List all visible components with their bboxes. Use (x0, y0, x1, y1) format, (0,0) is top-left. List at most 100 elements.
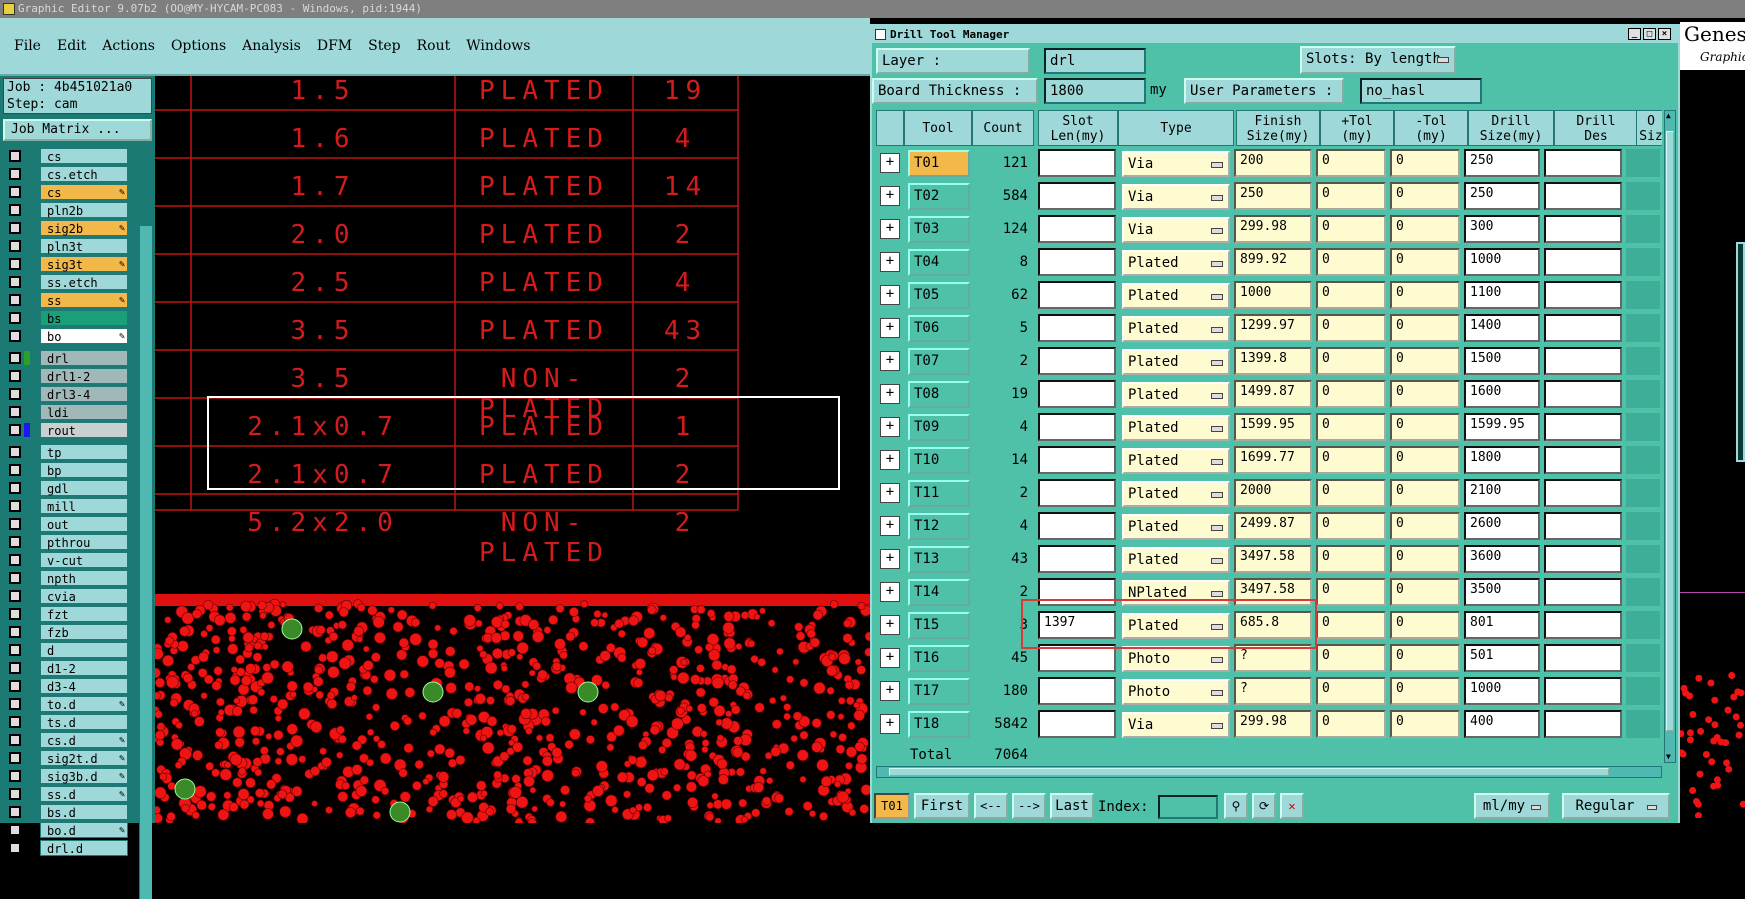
drill-size-field[interactable]: 1000 (1464, 248, 1540, 276)
expand-icon[interactable]: + (880, 252, 900, 272)
layer-name[interactable]: v-cut (40, 552, 128, 568)
plus-tol-field[interactable]: 0 (1316, 446, 1386, 474)
tool-button[interactable]: T03 (908, 216, 970, 243)
layer-name[interactable]: sig2b ✎ (40, 220, 128, 236)
slot-length-field[interactable] (1038, 479, 1116, 507)
layer-checkbox[interactable] (9, 644, 21, 656)
minus-tol-field[interactable]: 0 (1390, 380, 1460, 408)
tool-button[interactable]: T05 (908, 282, 970, 309)
layer-checkbox[interactable] (9, 770, 21, 782)
layer-name[interactable]: bp (40, 462, 128, 478)
layer-row[interactable]: cs ✎ (6, 184, 128, 200)
plus-tol-field[interactable]: 0 (1316, 314, 1386, 342)
type-selector[interactable]: Plated (1122, 349, 1230, 375)
expand-icon[interactable]: + (880, 582, 900, 602)
slot-length-field[interactable] (1038, 347, 1116, 375)
layer-row[interactable]: sig3b.d ✎ (6, 768, 128, 784)
finish-size-field[interactable]: 1599.95 (1234, 413, 1312, 441)
slot-length-field[interactable] (1038, 545, 1116, 573)
tool-button[interactable]: T11 (908, 480, 970, 507)
layer-name[interactable]: bo ✎ (40, 328, 128, 344)
column-header[interactable]: Finish Size(my) (1236, 110, 1320, 146)
layer-checkbox[interactable] (9, 204, 21, 216)
scroll-down-icon[interactable]: ▼ (1666, 752, 1674, 762)
menu-rout[interactable]: Rout (417, 38, 451, 54)
layer-row[interactable]: cvia (6, 588, 128, 604)
type-selector[interactable]: Plated (1122, 481, 1230, 507)
layer-checkbox[interactable] (9, 752, 21, 764)
drill-size-field[interactable]: 1100 (1464, 281, 1540, 309)
layer-row[interactable]: drl.d (6, 840, 128, 856)
user-parameters-button[interactable]: User Parameters : (1184, 78, 1344, 104)
drill-des-field[interactable] (1544, 512, 1622, 540)
user-parameters-field[interactable]: no_hasl (1360, 78, 1482, 104)
type-selector[interactable]: Plated (1122, 547, 1230, 573)
layer-row[interactable]: d3-4 (6, 678, 128, 694)
layer-name[interactable]: pln2b (40, 202, 128, 218)
drill-size-field[interactable]: 1800 (1464, 446, 1540, 474)
tool-button[interactable]: T09 (908, 414, 970, 441)
tool-row[interactable]: + T11 2 Plated 2000 0 0 2100 (876, 477, 1662, 510)
tool-button[interactable]: T01 (908, 150, 970, 177)
layer-row[interactable]: ts.d (6, 714, 128, 730)
column-header[interactable]: -Tol (my) (1394, 110, 1468, 146)
layer-name[interactable]: pthrou (40, 534, 128, 550)
layer-checkbox[interactable] (9, 388, 21, 400)
expand-icon[interactable]: + (880, 516, 900, 536)
tool-row[interactable]: + T10 14 Plated 1699.77 0 0 1800 (876, 444, 1662, 477)
layer-name[interactable]: drl1-2 (40, 368, 128, 384)
layer-checkbox[interactable] (9, 186, 21, 198)
column-header[interactable]: Count (972, 110, 1034, 146)
expand-icon[interactable]: + (880, 417, 900, 437)
layer-row[interactable]: bp (6, 462, 128, 478)
minus-tol-field[interactable]: 0 (1390, 182, 1460, 210)
expand-icon[interactable]: + (880, 153, 900, 173)
tool-row[interactable]: + T05 62 Plated 1000 0 0 1100 (876, 279, 1662, 312)
drill-des-field[interactable] (1544, 347, 1622, 375)
finish-size-field[interactable]: 1699.77 (1234, 446, 1312, 474)
layer-name[interactable]: sig3t ✎ (40, 256, 128, 272)
tool-row[interactable]: + T01 121 Via 200 0 0 250 (876, 147, 1662, 180)
column-header[interactable]: Slot Len(my) (1038, 110, 1118, 146)
menu-analysis[interactable]: Analysis (242, 38, 301, 54)
plus-tol-field[interactable]: 0 (1316, 347, 1386, 375)
drill-des-field[interactable] (1544, 545, 1622, 573)
column-header[interactable]: O Siz (1636, 110, 1662, 146)
layer-name[interactable]: sig3b.d ✎ (40, 768, 128, 784)
menu-windows[interactable]: Windows (466, 38, 530, 54)
layer-row[interactable]: pln3t (6, 238, 128, 254)
layer-checkbox[interactable] (9, 352, 21, 364)
minus-tol-field[interactable]: 0 (1390, 710, 1460, 738)
layer-row[interactable]: gdl (6, 480, 128, 496)
minus-tol-field[interactable]: 0 (1390, 314, 1460, 342)
drill-size-field[interactable]: 3500 (1464, 578, 1540, 606)
type-selector[interactable]: Via (1122, 184, 1230, 210)
minus-tol-field[interactable]: 0 (1390, 578, 1460, 606)
slot-length-field[interactable] (1038, 446, 1116, 474)
maximize-icon[interactable]: □ (1643, 28, 1656, 40)
layer-row[interactable]: bo ✎ (6, 328, 128, 344)
minus-tol-field[interactable]: 0 (1390, 611, 1460, 639)
drill-des-field[interactable] (1544, 149, 1622, 177)
layer-name[interactable]: cs (40, 148, 128, 164)
expand-icon[interactable]: + (880, 351, 900, 371)
layer-checkbox[interactable] (9, 788, 21, 800)
layer-checkbox[interactable] (9, 312, 21, 324)
layer-checkbox[interactable] (9, 590, 21, 602)
tool-button[interactable]: T14 (908, 579, 970, 606)
layer-checkbox[interactable] (9, 294, 21, 306)
minus-tol-field[interactable]: 0 (1390, 446, 1460, 474)
layer-row[interactable]: cs (6, 148, 128, 164)
minus-tol-field[interactable]: 0 (1390, 479, 1460, 507)
tool-row[interactable]: + T02 584 Via 250 0 0 250 (876, 180, 1662, 213)
finish-size-field[interactable]: 1000 (1234, 281, 1312, 309)
layer-name[interactable]: bo.d ✎ (40, 822, 128, 838)
expand-icon[interactable]: + (880, 648, 900, 668)
tool-button[interactable]: T08 (908, 381, 970, 408)
drill-des-field[interactable] (1544, 182, 1622, 210)
layer-checkbox[interactable] (9, 500, 21, 512)
drill-size-field[interactable]: 1400 (1464, 314, 1540, 342)
drill-des-field[interactable] (1544, 644, 1622, 672)
layer-row[interactable]: bs.d (6, 804, 128, 820)
tool-row[interactable]: + T13 43 Plated 3497.58 0 0 3600 (876, 543, 1662, 576)
